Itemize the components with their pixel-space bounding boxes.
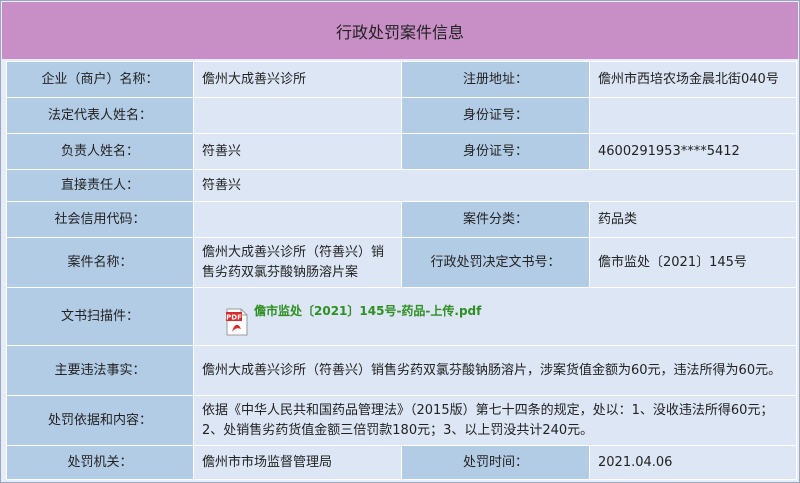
- table-row: 社会信用代码： 案件分类： 药品类: [6, 201, 797, 238]
- penalty-basis-value: 依据《中华人民共和国药品管理法》（2015版）第七十四条的规定，处以：1、没收违…: [193, 395, 797, 446]
- violation-facts-value: 儋州大成善兴诊所（符善兴）销售劣药双氯芬酸钠肠溶片，涉案货值金额为60元，违法所…: [193, 345, 797, 396]
- attachment-label: 文书扫描件：: [6, 287, 194, 346]
- case-name-value: 儋州大成善兴诊所（符善兴）销售劣药双氯芬酸钠肠溶片案: [193, 237, 402, 288]
- company-name-label: 企业（商户）名称：: [6, 61, 194, 98]
- pdf-icon-text: PDF: [226, 313, 242, 321]
- penalty-basis-label: 处罚依据和内容：: [6, 395, 194, 446]
- credit-code-value: [193, 201, 402, 238]
- penalty-date-value: 2021.04.06: [589, 445, 797, 480]
- principal-id-label: 身份证号：: [401, 133, 590, 170]
- table-row: 文书扫描件： PDF 儋市监处〔2021〕145号-药品-上传.pdf: [6, 287, 797, 346]
- pdf-icon[interactable]: PDF: [226, 308, 248, 336]
- page-title: 行政处罚案件信息: [2, 2, 798, 59]
- id-number-label: 身份证号：: [401, 97, 590, 134]
- legal-rep-label: 法定代表人姓名：: [6, 97, 194, 134]
- attachment-cell: PDF 儋市监处〔2021〕145号-药品-上传.pdf: [193, 287, 797, 346]
- principal-label: 负责人姓名：: [6, 133, 194, 170]
- legal-rep-value: [193, 97, 402, 134]
- case-info-table: 企业（商户）名称： 儋州大成善兴诊所 注册地址： 儋州市西培农场金晨北街040号…: [6, 61, 797, 480]
- table-row: 法定代表人姓名： 身份证号：: [6, 97, 797, 134]
- registered-address-label: 注册地址：: [401, 61, 590, 98]
- violation-facts-label: 主要违法事实：: [6, 345, 194, 396]
- responsible-person-value: 符善兴: [193, 169, 797, 202]
- principal-value: 符善兴: [193, 133, 402, 170]
- case-info-panel: 行政处罚案件信息 企业（商户）名称： 儋州大成善兴诊所 注册地址： 儋州市西培农…: [0, 0, 800, 483]
- company-name-value: 儋州大成善兴诊所: [193, 61, 402, 98]
- table-row: 负责人姓名： 符善兴 身份证号： 4600291953****5412: [6, 133, 797, 170]
- table-row: 处罚机关： 儋州市市场监督管理局 处罚时间： 2021.04.06: [6, 445, 797, 480]
- principal-id-value: 4600291953****5412: [589, 133, 797, 170]
- id-number-value: [589, 97, 797, 134]
- table-row: 主要违法事实： 儋州大成善兴诊所（符善兴）销售劣药双氯芬酸钠肠溶片，涉案货值金额…: [6, 345, 797, 396]
- table-row: 案件名称： 儋州大成善兴诊所（符善兴）销售劣药双氯芬酸钠肠溶片案 行政处罚决定文…: [6, 237, 797, 288]
- penalty-authority-label: 处罚机关：: [6, 445, 194, 480]
- penalty-authority-value: 儋州市市场监督管理局: [193, 445, 402, 480]
- table-row: 处罚依据和内容： 依据《中华人民共和国药品管理法》（2015版）第七十四条的规定…: [6, 395, 797, 446]
- case-name-label: 案件名称：: [6, 237, 194, 288]
- attachment-file-link[interactable]: 儋市监处〔2021〕145号-药品-上传.pdf: [254, 301, 481, 321]
- decision-doc-number-value: 儋市监处〔2021〕145号: [589, 237, 797, 288]
- responsible-person-label: 直接责任人：: [6, 169, 194, 202]
- decision-doc-number-label: 行政处罚决定文书号：: [401, 237, 590, 288]
- case-category-value: 药品类: [589, 201, 797, 238]
- table-row: 企业（商户）名称： 儋州大成善兴诊所 注册地址： 儋州市西培农场金晨北街040号: [6, 61, 797, 98]
- penalty-date-label: 处罚时间：: [401, 445, 590, 480]
- registered-address-value: 儋州市西培农场金晨北街040号: [589, 61, 797, 98]
- table-row: 直接责任人： 符善兴: [6, 169, 797, 202]
- case-category-label: 案件分类：: [401, 201, 590, 238]
- credit-code-label: 社会信用代码：: [6, 201, 194, 238]
